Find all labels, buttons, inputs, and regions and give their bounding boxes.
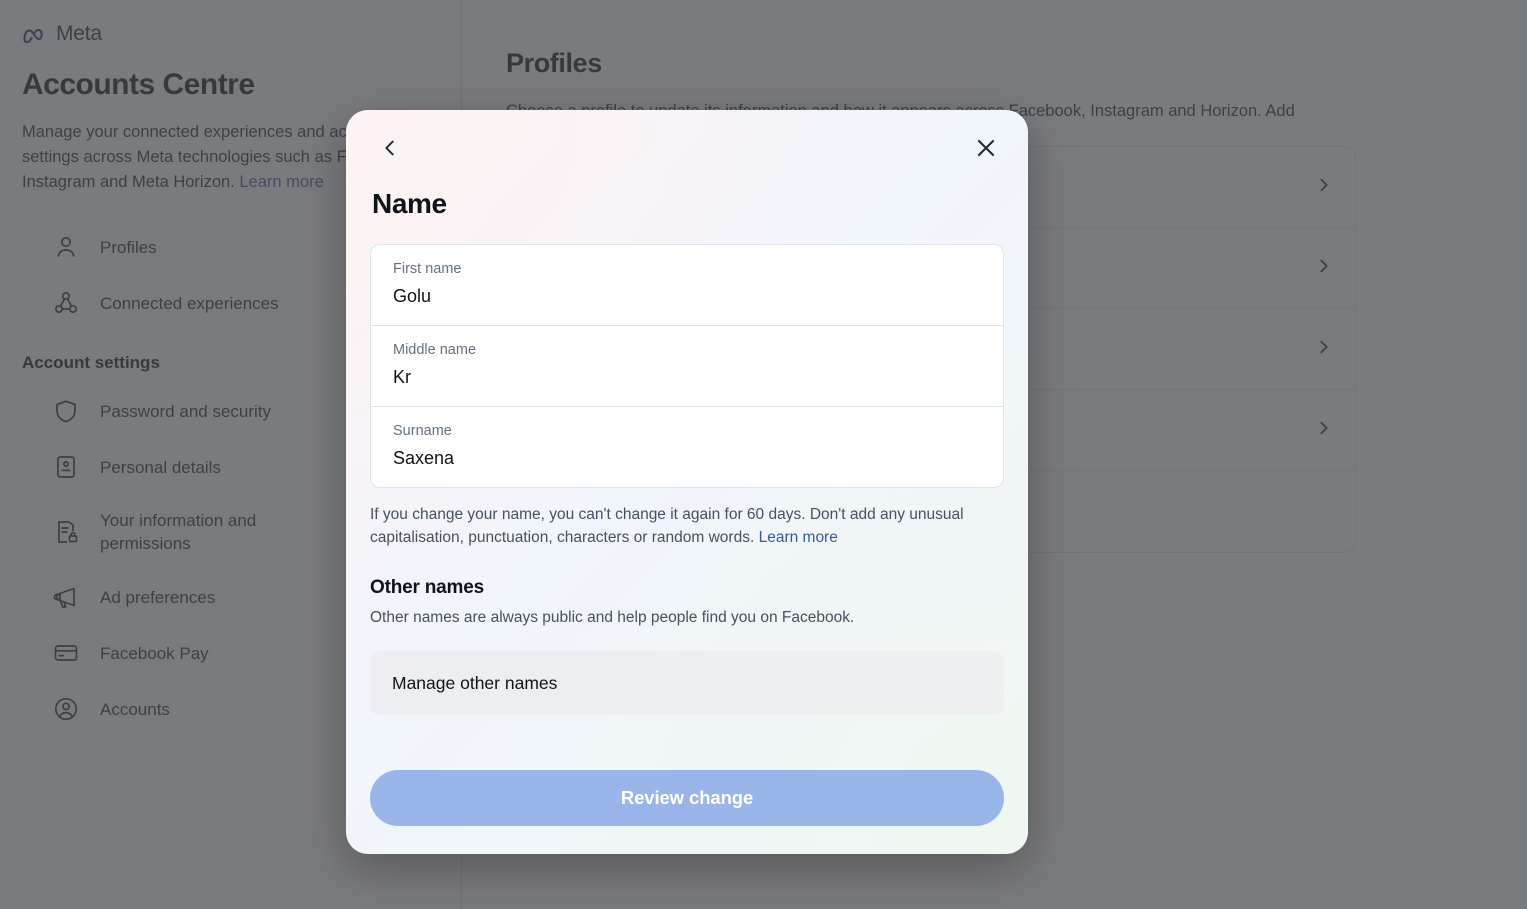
surname-input[interactable]: Saxena (393, 445, 981, 471)
name-change-helper-text: If you change your name, you can't chang… (370, 504, 1004, 549)
review-change-button[interactable]: Review change (370, 770, 1004, 826)
close-icon (974, 136, 998, 163)
back-button[interactable] (372, 131, 408, 167)
name-fields-group: First name Golu Middle name Kr Surname S… (370, 244, 1004, 488)
surname-field[interactable]: Surname Saxena (371, 407, 1003, 487)
modal-overlay: Name First name Golu Middle name Kr Surn… (0, 0, 1527, 909)
first-name-field[interactable]: First name Golu (371, 245, 1003, 326)
dialog-title: Name (372, 188, 447, 219)
dialog-header (346, 110, 1028, 188)
manage-other-names-label: Manage other names (392, 672, 558, 693)
dialog-footer: Review change (346, 770, 1028, 854)
chevron-left-icon (379, 137, 401, 162)
other-names-title: Other names (370, 577, 484, 598)
surname-label: Surname (393, 423, 452, 439)
first-name-label: First name (393, 261, 462, 277)
helper-text: If you change your name, you can't chang… (370, 506, 964, 546)
manage-other-names-button[interactable]: Manage other names (370, 651, 1004, 715)
middle-name-field[interactable]: Middle name Kr (371, 326, 1003, 407)
other-names-subtitle: Other names are always public and help p… (370, 609, 855, 626)
close-button[interactable] (968, 131, 1004, 167)
first-name-input[interactable]: Golu (393, 283, 981, 309)
helper-learn-more-link[interactable]: Learn more (759, 529, 838, 546)
middle-name-label: Middle name (393, 342, 477, 358)
name-dialog: Name First name Golu Middle name Kr Surn… (346, 110, 1028, 854)
middle-name-input[interactable]: Kr (393, 364, 981, 390)
